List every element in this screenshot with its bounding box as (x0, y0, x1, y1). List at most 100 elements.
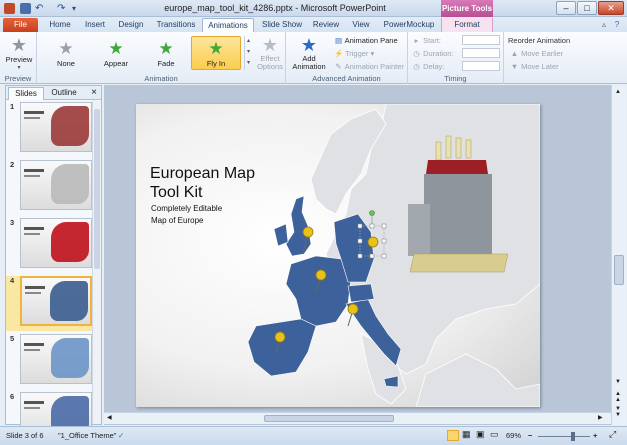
zoom-slider-thumb[interactable] (571, 432, 576, 441)
tab-insert[interactable]: Insert (79, 18, 111, 32)
slide-thumbnail[interactable] (20, 160, 92, 210)
tab-slides[interactable]: Slides (8, 87, 44, 100)
duration-spinner[interactable] (462, 48, 500, 58)
anim-fly-in-button[interactable]: ★ Fly In (191, 36, 241, 70)
thumbnail-text-bar (24, 407, 40, 409)
anim-none-button[interactable]: ★ None (41, 36, 91, 70)
thumbnail-title-bar (24, 111, 44, 114)
slide-thumbnail-row[interactable]: 3 (6, 218, 101, 273)
tab-review[interactable]: Review (309, 18, 343, 32)
tab-format[interactable]: Format (441, 18, 493, 32)
thumbnail-title-bar (25, 286, 45, 289)
scroll-down-icon[interactable]: ▼ (615, 379, 621, 385)
reorder-title: Reorder Animation (508, 36, 571, 45)
slide-title[interactable]: European Map Tool Kit (150, 164, 320, 202)
animation-painter-label: Animation Painter (344, 62, 404, 71)
animation-pane-button[interactable]: ▤ Animation Pane (334, 36, 398, 45)
preview-group-label: Preview (4, 74, 32, 83)
animation-pane-icon: ▤ (334, 36, 343, 45)
star-green-icon: ★ (158, 39, 174, 58)
slide-sorter-icon[interactable]: ▦ (462, 429, 471, 440)
anim-appear-button[interactable]: ★ Appear (91, 36, 141, 70)
slide-count: Slide 3 of 6 (6, 431, 44, 440)
group-reorder: Reorder Animation ▲ Move Earlier ▼ Move … (504, 32, 627, 84)
scroll-left-icon[interactable]: ◀ (107, 414, 112, 421)
thumbnail-map-shape (51, 164, 89, 204)
anim-fade-button[interactable]: ★ Fade (141, 36, 191, 70)
scroll-up-icon[interactable]: ▲ (615, 89, 621, 95)
redo-icon[interactable]: ↷ (57, 3, 68, 14)
reading-view-icon[interactable]: ▣ (476, 429, 485, 440)
slide-number: 5 (10, 334, 15, 343)
scroll-right-icon[interactable]: ▶ (598, 414, 603, 421)
painter-icon: ✎ (335, 62, 342, 71)
thumbnail-title-bar (24, 343, 44, 346)
powerpoint-logo-icon (4, 3, 15, 14)
delay-spinner[interactable] (462, 61, 500, 71)
help-icon[interactable]: ? (611, 18, 623, 32)
effect-options-icon: ★ (261, 35, 279, 55)
fit-to-window-icon[interactable]: ⤢ (609, 429, 616, 440)
horizontal-scroll-thumb[interactable] (264, 415, 394, 422)
star-gray-icon: ★ (58, 39, 74, 58)
slide-subtitle[interactable]: Completely Editable Map of Europe (151, 203, 301, 227)
editor-vertical-scrollbar[interactable]: ▲ ▼ ▲ ▲ ▼ ▼ (611, 85, 626, 425)
effect-options-button[interactable]: ★ Effect Options (255, 35, 285, 71)
tab-view[interactable]: View (347, 18, 375, 32)
zoom-out-icon[interactable]: − (528, 431, 532, 440)
maximize-button[interactable]: □ (577, 1, 597, 15)
spellcheck-icon[interactable]: ✓ (118, 431, 124, 440)
slide-thumbnail-row[interactable]: 1 (6, 102, 101, 157)
close-window-button[interactable]: ✕ (598, 1, 624, 15)
trigger-button[interactable]: ⚡ Trigger ▾ (334, 49, 374, 58)
previous-slide-icon[interactable]: ▲ ▲ (615, 391, 621, 403)
tab-design[interactable]: Design (114, 18, 148, 32)
save-icon[interactable] (20, 3, 31, 14)
preview-button[interactable]: ★ Preview ▾ (3, 35, 35, 71)
slide-canvas[interactable]: European Map Tool Kit Completely Editabl… (136, 104, 540, 407)
tab-transitions[interactable]: Transitions (152, 18, 200, 32)
slide-thumbnail[interactable] (20, 218, 92, 268)
animation-painter-button[interactable]: ✎ Animation Painter (334, 62, 404, 71)
vertical-scroll-thumb[interactable] (614, 255, 624, 285)
next-slide-icon[interactable]: ▼ ▼ (615, 406, 621, 418)
powerpoint-window: ↶ ↷ ▾ europe_map_tool_kit_4286.pptx - Mi… (0, 0, 627, 445)
tab-outline[interactable]: Outline (46, 87, 82, 100)
move-earlier-button[interactable]: ▲ Move Earlier (510, 49, 563, 58)
tab-file[interactable]: File (3, 18, 38, 32)
tab-home[interactable]: Home (44, 18, 76, 32)
undo-icon[interactable]: ↶ (35, 3, 46, 14)
tab-slide-show[interactable]: Slide Show (259, 18, 305, 32)
zoom-in-icon[interactable]: + (593, 431, 597, 440)
normal-view-icon[interactable] (447, 430, 459, 441)
slides-pane-scrollbar[interactable] (92, 101, 101, 424)
tab-powermockup[interactable]: PowerMockup (380, 18, 438, 32)
slide-thumbnail-row[interactable]: 2 (6, 160, 101, 215)
slide-thumbnail-row[interactable]: 4 (6, 276, 101, 331)
scroll-thumb[interactable] (94, 109, 100, 269)
slide-thumbnail[interactable] (20, 334, 92, 384)
slide-thumbnail[interactable] (20, 102, 92, 152)
zoom-slider-track[interactable] (538, 432, 590, 441)
tab-animations[interactable]: Animations (202, 18, 254, 32)
slideshow-view-icon[interactable]: ▭ (490, 429, 499, 440)
slides-pane: Slides Outline × 1 2 3 4 5 6 (5, 85, 102, 442)
minimize-button[interactable]: – (556, 1, 576, 15)
slide-thumbnail-row[interactable]: 5 (6, 334, 101, 389)
minimize-ribbon-icon[interactable]: ▵ (598, 18, 610, 32)
customize-qat-icon[interactable]: ▾ (72, 3, 83, 14)
anim-fade-label: Fade (157, 59, 175, 68)
thumbnail-text-bar (25, 292, 41, 294)
start-select[interactable] (462, 35, 500, 45)
move-later-button[interactable]: ▼ Move Later (510, 62, 559, 71)
editor-horizontal-scrollbar[interactable]: ◀ ▶ (104, 412, 611, 424)
add-animation-star-icon: ★ (300, 35, 318, 55)
arrow-down-icon: ▼ (510, 62, 519, 71)
close-pane-icon[interactable]: × (88, 87, 100, 100)
thumbnail-map-shape (51, 222, 89, 262)
thumbnail-title-bar (24, 227, 44, 230)
zoom-level[interactable]: 69% (506, 431, 521, 440)
add-animation-button[interactable]: ★ Add Animation (290, 35, 328, 71)
slide-thumbnail[interactable] (20, 276, 92, 326)
gallery-scroll[interactable]: ▴ ▾ ▾ (244, 36, 252, 70)
